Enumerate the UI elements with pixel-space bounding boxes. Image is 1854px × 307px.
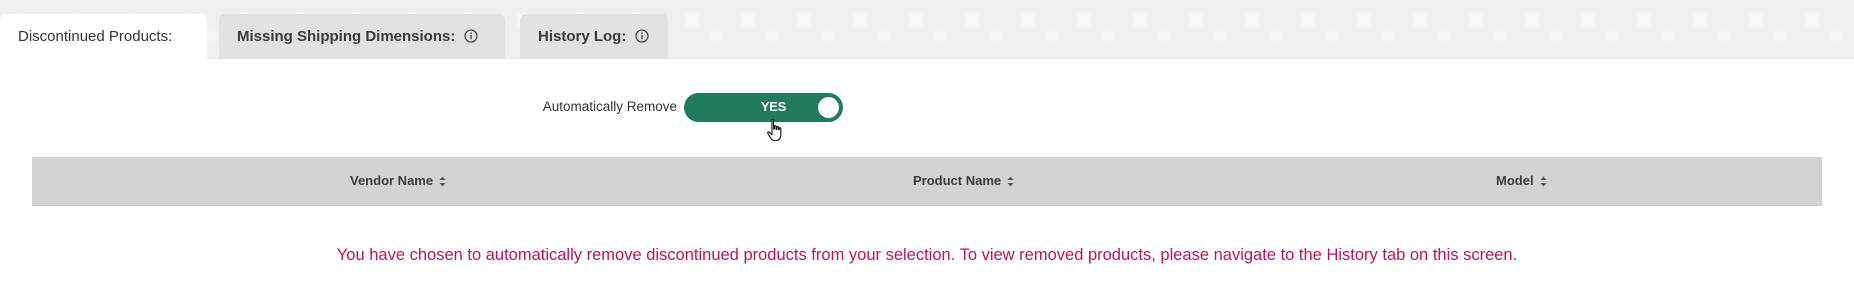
tab-label: History Log: — [538, 27, 627, 45]
auto-remove-toggle[interactable]: YES — [684, 93, 843, 122]
table-header: Vendor Name Product Name Model — [32, 157, 1822, 206]
hand-pointer-icon — [766, 118, 786, 144]
auto-remove-label: Automatically Remove — [542, 99, 677, 114]
column-header-model[interactable]: Model — [1496, 173, 1547, 188]
sort-updown-icon — [1007, 175, 1014, 187]
column-header-vendor-name[interactable]: Vendor Name — [350, 173, 446, 188]
tab-label: Missing Shipping Dimensions: — [237, 27, 456, 45]
toggle-state-text: YES — [760, 99, 786, 114]
info-icon[interactable] — [464, 29, 478, 43]
auto-remove-row: Automatically Remove YES — [0, 92, 1854, 124]
tab-label: Discontinued Products: — [18, 28, 173, 45]
info-icon[interactable] — [635, 29, 649, 43]
column-header-label: Model — [1496, 173, 1534, 188]
tab-history-log[interactable]: History Log: — [520, 14, 668, 58]
auto-remove-notice: You have chosen to automatically remove … — [336, 246, 1518, 264]
sort-updown-icon — [1540, 175, 1547, 187]
tab-bar: Discontinued Products: Missing Shipping … — [0, 0, 1854, 59]
toggle-knob — [818, 97, 839, 118]
tab-discontinued-products[interactable]: Discontinued Products: — [0, 14, 207, 59]
sort-updown-icon — [439, 175, 446, 187]
column-header-label: Vendor Name — [350, 173, 434, 188]
discontinued-products-table: Vendor Name Product Name Model — [32, 157, 1822, 206]
discontinued-products-page: Discontinued Products: Missing Shipping … — [0, 0, 1854, 307]
column-header-product-name[interactable]: Product Name — [913, 173, 1014, 188]
column-header-label: Product Name — [913, 173, 1002, 188]
tab-missing-shipping-dimensions[interactable]: Missing Shipping Dimensions: — [219, 14, 505, 58]
